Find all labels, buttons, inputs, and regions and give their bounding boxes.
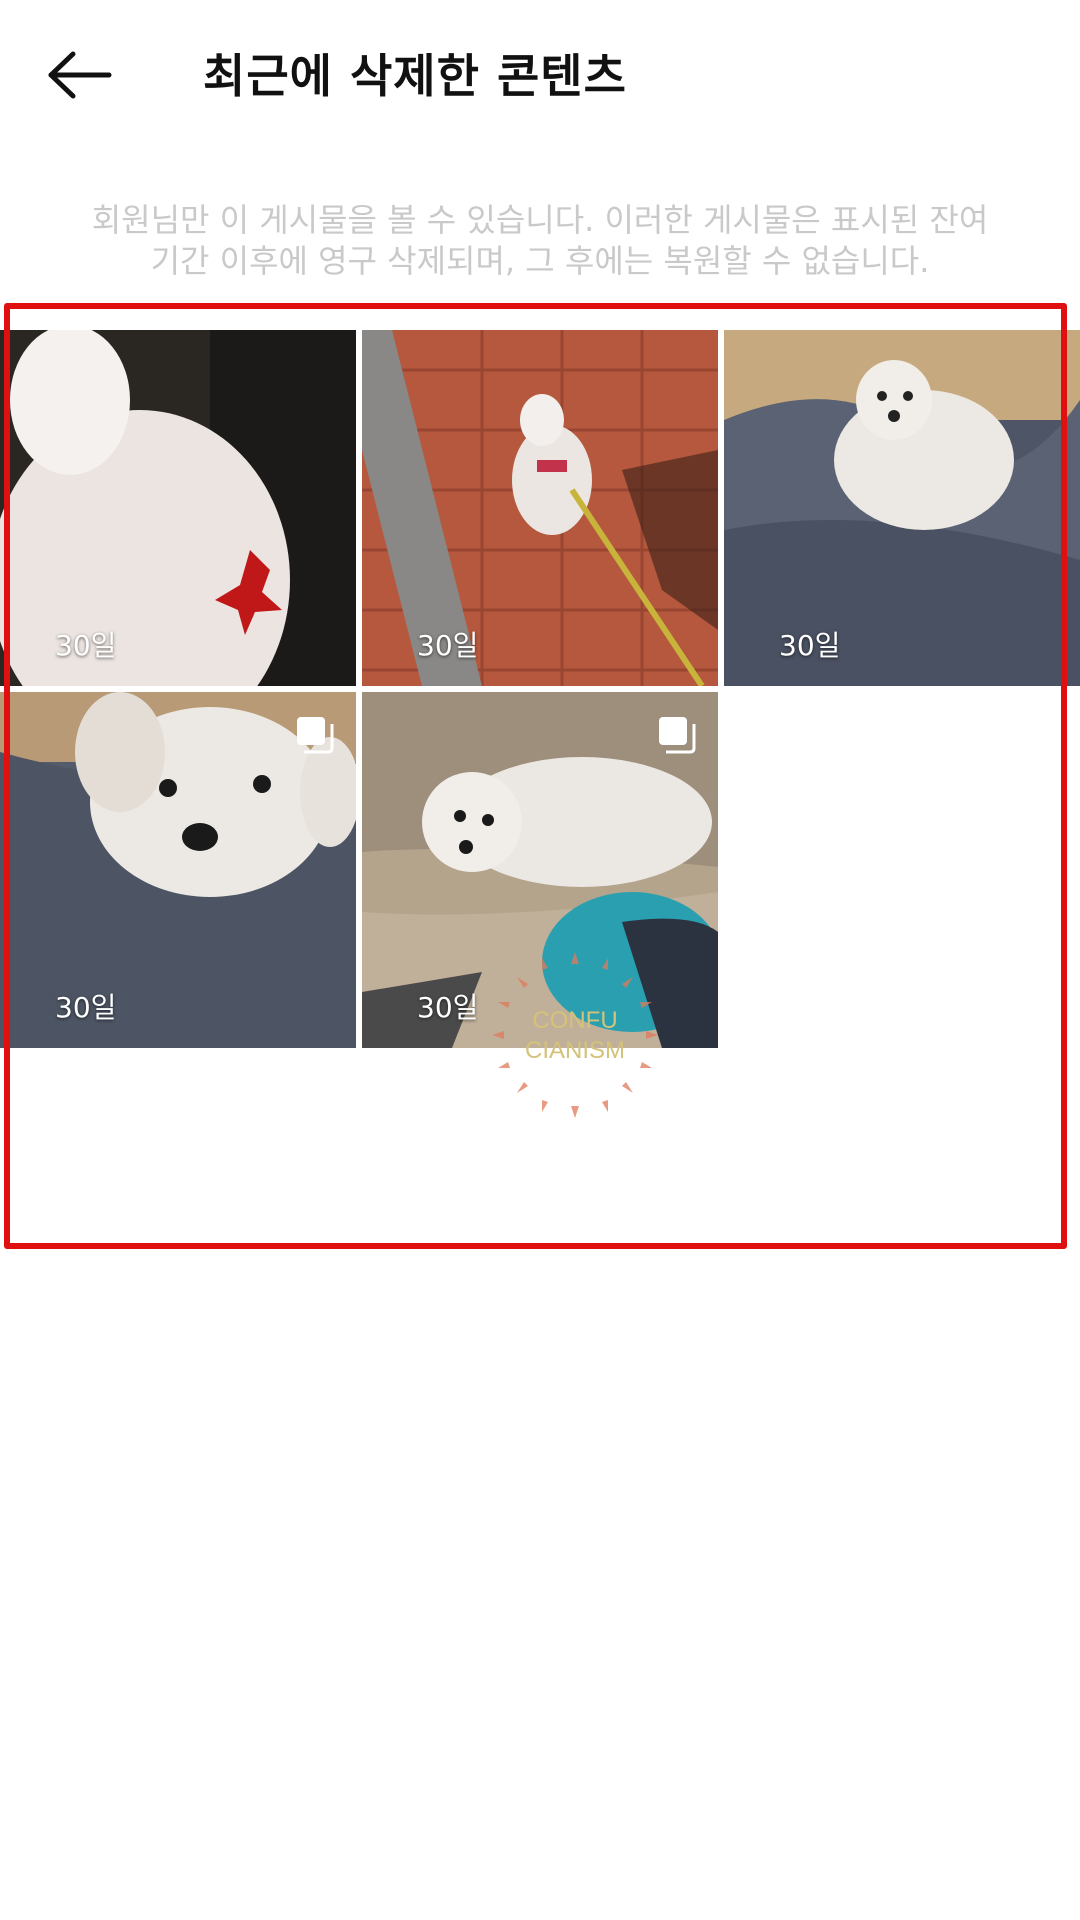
post-photo — [362, 330, 718, 686]
remaining-days-label: 30일 — [417, 629, 479, 662]
header: 최근에 삭제한 콘텐츠 — [0, 0, 1080, 150]
remaining-days-label: 30일 — [779, 629, 841, 662]
deleted-post-tile[interactable]: 30일 — [362, 330, 718, 686]
page: 최근에 삭제한 콘텐츠 회원님만 이 게시물을 볼 수 있습니다. 이러한 게시… — [0, 0, 1080, 1920]
multiple-photos-icon — [659, 717, 696, 754]
deleted-post-tile[interactable]: 30일 — [724, 330, 1080, 686]
back-button[interactable] — [40, 40, 120, 110]
multiple-photos-icon — [297, 717, 334, 754]
arrow-left-icon — [48, 51, 112, 99]
deleted-post-tile[interactable]: 30일 — [0, 330, 356, 686]
deleted-post-tile[interactable]: 30일 — [0, 692, 356, 1048]
description-line-2: 기간 이후에 영구 삭제되며, 그 후에는 복원할 수 없습니다. — [150, 242, 930, 280]
post-photo — [0, 330, 356, 686]
deleted-post-tile[interactable]: 30일 — [362, 692, 718, 1048]
remaining-days-label: 30일 — [55, 629, 117, 662]
post-photo — [724, 330, 1080, 686]
remaining-days-label: 30일 — [55, 991, 117, 1024]
description: 회원님만 이 게시물을 볼 수 있습니다. 이러한 게시물은 표시된 잔여 기간… — [40, 200, 1040, 282]
page-title: 최근에 삭제한 콘텐츠 — [203, 49, 627, 103]
description-line-1: 회원님만 이 게시물을 볼 수 있습니다. 이러한 게시물은 표시된 잔여 — [91, 201, 989, 239]
remaining-days-label: 30일 — [417, 991, 479, 1024]
